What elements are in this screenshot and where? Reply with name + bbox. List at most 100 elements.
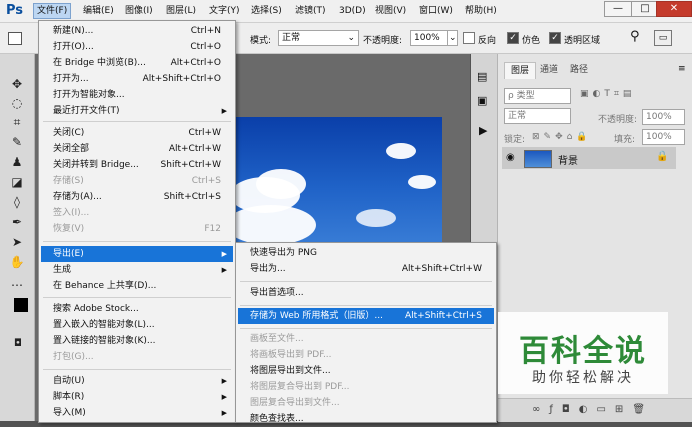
tab-channels[interactable]: 通道 <box>534 62 564 78</box>
tab-layers[interactable]: 图层 <box>504 62 537 79</box>
menu-image[interactable]: 图像(I) <box>122 4 156 18</box>
menu-item-export[interactable]: 导出(E) ▶ <box>41 246 233 262</box>
menu-item-artboards-to-pdf[interactable]: 将画板导出到 PDF... <box>238 347 494 363</box>
search-icon[interactable]: ⚲ <box>630 29 640 44</box>
menu-item-layer-comps-to-files[interactable]: 图层复合导出到文件... <box>238 395 494 411</box>
eye-icon[interactable]: ◉ <box>506 152 515 163</box>
menu-item-label: 存储为(A)... <box>53 192 102 202</box>
workspace-icon[interactable]: ▭ <box>654 30 672 46</box>
menu-item-export-as[interactable]: 导出为... Alt+Shift+Ctrl+W <box>238 261 494 277</box>
menu-item-place-embedded[interactable]: 置入嵌入的智能对象(L)... <box>41 317 233 333</box>
blur-tool-icon[interactable]: ◊ <box>9 194 25 210</box>
menu-item-label: 存储(S) <box>53 176 84 186</box>
menu-3d[interactable]: 3D(D) <box>336 4 369 18</box>
menu-view[interactable]: 视图(V) <box>372 4 409 18</box>
menu-item-open-as[interactable]: 打开为... Alt+Shift+Ctrl+O <box>41 71 233 87</box>
menu-item-recent-files[interactable]: 最近打开文件(T) ▶ <box>41 103 233 119</box>
menu-item-label: 颜色查找表... <box>250 414 304 424</box>
transparency-label: 透明区域 <box>564 36 601 46</box>
close-button[interactable]: ✕ <box>656 1 692 17</box>
menu-select[interactable]: 选择(S) <box>248 4 285 18</box>
play-icon[interactable]: ▶ <box>479 124 487 137</box>
menu-item-automate[interactable]: 自动(U) ▶ <box>41 373 233 389</box>
menu-item-import[interactable]: 导入(M) ▶ <box>41 405 233 421</box>
menu-item-save-as[interactable]: 存储为(A)... Shift+Ctrl+S <box>41 189 233 205</box>
menu-item-open-smart-object[interactable]: 打开为智能对象... <box>41 87 233 103</box>
fill-value: 100% <box>646 132 672 142</box>
move-tool-icon[interactable]: ✥ <box>9 76 25 92</box>
menu-layer[interactable]: 图层(L) <box>163 4 199 18</box>
menu-item-search-stock[interactable]: 搜索 Adobe Stock... <box>41 301 233 317</box>
menu-item-label: 导出首选项... <box>250 288 304 298</box>
menu-item-place-linked[interactable]: 置入链接的智能对象(K)... <box>41 333 233 349</box>
document-image <box>236 117 442 257</box>
menu-item-layers-to-files[interactable]: 将图层导出到文件... <box>238 363 494 379</box>
opacity-input[interactable]: 100% <box>410 30 449 46</box>
menu-item-open[interactable]: 打开(O)... Ctrl+O <box>41 39 233 55</box>
menu-item-color-lookup[interactable]: 颜色查找表... <box>238 411 494 427</box>
histogram-icon[interactable]: ▤ <box>477 70 487 83</box>
transparency-checkbox[interactable]: ✓ <box>549 32 561 44</box>
opacity-dropdown[interactable]: ⌄ <box>447 30 458 46</box>
menu-item-close[interactable]: 关闭(C) Ctrl+W <box>41 125 233 141</box>
menu-item-label: 关闭全部 <box>53 144 90 154</box>
panel-menu-icon[interactable]: ≡ <box>678 64 686 74</box>
quick-mask-icon[interactable]: ◘ <box>10 336 26 352</box>
foreground-color-swatch[interactable] <box>14 298 28 312</box>
info-panel-icon[interactable]: ▣ <box>477 94 487 107</box>
more-tools-icon[interactable]: … <box>9 274 25 290</box>
eraser-tool-icon[interactable]: ◪ <box>9 174 25 190</box>
menu-item-scripts[interactable]: 脚本(R) ▶ <box>41 389 233 405</box>
menu-item-artboards-to-files[interactable]: 画板至文件... <box>238 331 494 347</box>
hand-tool-icon[interactable]: ✋ <box>9 254 25 270</box>
menu-help[interactable]: 帮助(H) <box>462 4 500 18</box>
fill-input[interactable]: 100% <box>642 129 685 145</box>
menu-item-close-go-bridge[interactable]: 关闭并转到 Bridge... Shift+Ctrl+W <box>41 157 233 173</box>
menu-item-save[interactable]: 存储(S) Ctrl+S <box>41 173 233 189</box>
menu-item-browse-bridge[interactable]: 在 Bridge 中浏览(B)... Alt+Ctrl+O <box>41 55 233 71</box>
eyedropper-tool-icon[interactable]: ✎ <box>9 134 25 150</box>
opacity-label: 不透明度: <box>363 36 403 46</box>
menu-item-share-behance[interactable]: 在 Behance 上共享(D)... <box>41 278 233 294</box>
filter-icons[interactable]: ▣◐T⌗▤ <box>580 89 635 99</box>
menu-item-quick-export-png[interactable]: 快速导出为 PNG <box>238 245 494 261</box>
tab-paths[interactable]: 路径 <box>564 62 594 78</box>
minimize-button[interactable]: — <box>604 1 632 17</box>
stamp-tool-icon[interactable]: ♟ <box>9 154 25 170</box>
menu-item-package[interactable]: 打包(G)... <box>41 349 233 365</box>
menu-item-label: 导出为... <box>250 264 286 274</box>
menu-file[interactable]: 文件(F) <box>33 3 72 19</box>
menu-item-generate[interactable]: 生成 ▶ <box>41 262 233 278</box>
selection-tool-icon[interactable]: ➤ <box>9 234 25 250</box>
mode-select[interactable]: 正常 ⌄ <box>278 30 359 46</box>
menu-item-label: 关闭(C) <box>53 128 85 138</box>
layer-action-icons[interactable]: ∞ƒ◘◐▭⊞🗑 <box>532 404 654 415</box>
menu-edit[interactable]: 编辑(E) <box>80 4 117 18</box>
menu-item-label: 画板至文件... <box>250 334 304 344</box>
maximize-button[interactable]: □ <box>631 1 659 17</box>
reverse-checkbox[interactable] <box>463 32 475 44</box>
pen-tool-icon[interactable]: ✒ <box>9 214 25 230</box>
menu-item-close-all[interactable]: 关闭全部 Alt+Ctrl+W <box>41 141 233 157</box>
menu-type[interactable]: 文字(Y) <box>206 4 243 18</box>
menu-window[interactable]: 窗口(W) <box>416 4 456 18</box>
layer-row[interactable]: ◉ 背景 🔒 <box>502 147 676 169</box>
menu-item-label: 将图层导出到文件... <box>250 366 331 376</box>
menu-item-label: 置入链接的智能对象(K)... <box>53 336 156 346</box>
menu-item-label: 新建(N)... <box>53 26 94 36</box>
tool-preset-icon[interactable] <box>8 32 22 45</box>
kind-filter-select[interactable]: ρ 类型 <box>504 88 571 104</box>
crop-tool-icon[interactable]: ⌗ <box>9 114 25 130</box>
lock-icons[interactable]: ⊠✎✥⌂🔒 <box>532 132 592 142</box>
menu-item-export-preferences[interactable]: 导出首选项... <box>238 285 494 301</box>
menu-item-new[interactable]: 新建(N)... Ctrl+N <box>41 23 233 39</box>
menu-item-layer-comps-to-pdf[interactable]: 将图层复合导出到 PDF... <box>238 379 494 395</box>
blend-mode-select[interactable]: 正常 <box>504 108 571 124</box>
layer-opacity-input[interactable]: 100% <box>642 109 685 125</box>
dither-checkbox[interactable]: ✓ <box>507 32 519 44</box>
lasso-tool-icon[interactable]: ◌ <box>9 95 25 111</box>
menu-item-revert[interactable]: 恢复(V) F12 <box>41 221 233 237</box>
menu-item-save-for-web[interactable]: 存储为 Web 所用格式（旧版）... Alt+Shift+Ctrl+S <box>238 308 494 324</box>
menu-item-check-in[interactable]: 签入(I)... <box>41 205 233 221</box>
menu-filter[interactable]: 滤镜(T) <box>292 4 329 18</box>
